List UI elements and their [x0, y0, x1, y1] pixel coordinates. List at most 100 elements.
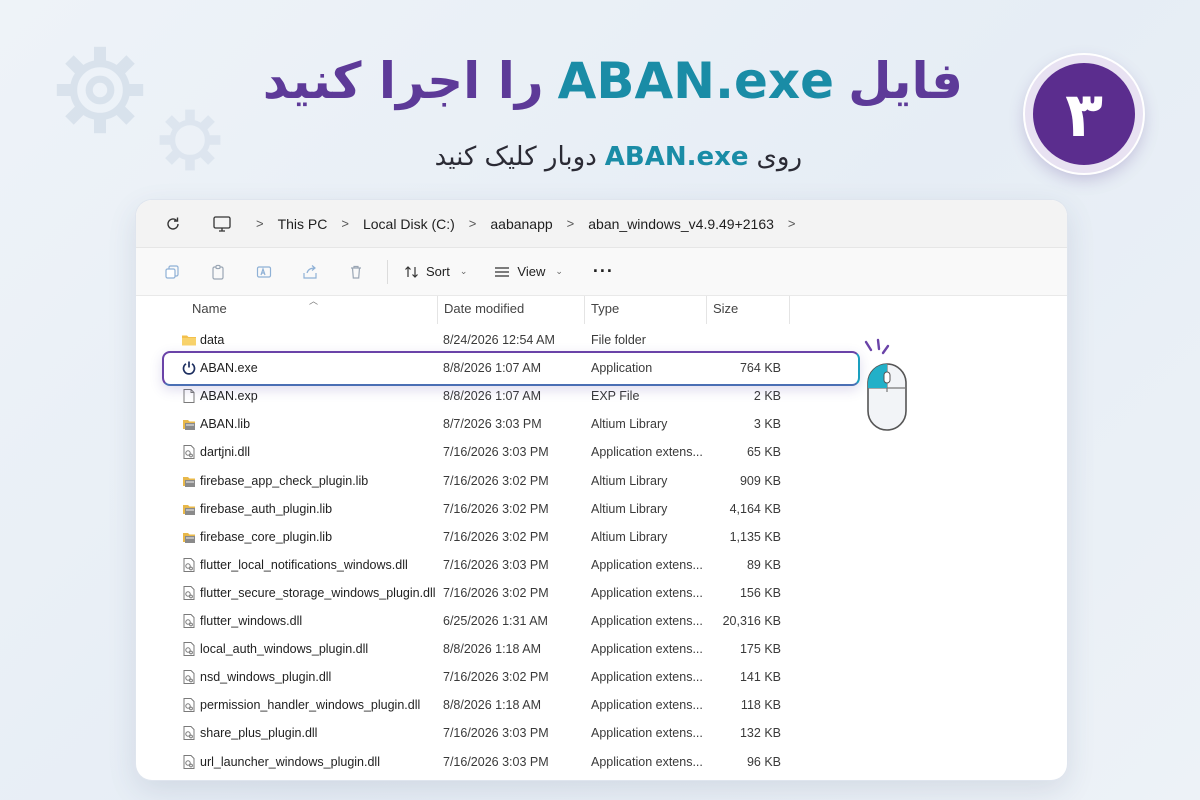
- file-name-text: ABAN.exp: [200, 389, 258, 404]
- file-type: File folder: [591, 333, 646, 347]
- file-row[interactable]: flutter_secure_storage_windows_plugin.dl…: [136, 579, 1067, 607]
- monitor-icon: [212, 214, 232, 234]
- file-name: firebase_app_check_plugin.lib: [180, 467, 438, 495]
- title-pre: فایل: [848, 52, 963, 110]
- file-size: 2 KB: [753, 389, 781, 404]
- breadcrumb-local-disk[interactable]: Local Disk (C:): [363, 216, 455, 232]
- file-date: 7/16/2026 3:03 PM: [443, 754, 549, 769]
- file-date: 7/16/2026 3:02 PM: [443, 473, 549, 488]
- file-type: Application extens...: [591, 698, 703, 713]
- file-date: 8/8/2026 1:07 AM: [443, 389, 541, 404]
- file-name-text: nsd_windows_plugin.dll: [200, 670, 332, 685]
- chevron-right-icon: >: [341, 216, 349, 231]
- file-row[interactable]: flutter_local_notifications_windows.dll 7…: [136, 551, 1067, 579]
- file-name-text: flutter_local_notifications_windows.dll: [200, 557, 408, 572]
- column-date-modified[interactable]: Date modified: [438, 296, 585, 324]
- breadcrumb-aban-windows[interactable]: aban_windows_v4.9.49+2163: [588, 216, 774, 232]
- file-name: ABAN.lib: [180, 410, 438, 438]
- file-row[interactable]: url_launcher_windows_plugin.dll 7/16/2026…: [136, 748, 1067, 776]
- column-size[interactable]: Size: [707, 296, 790, 324]
- file-type: Altium Library: [591, 501, 668, 516]
- rename-icon[interactable]: [255, 263, 273, 281]
- file-name: url_launcher_windows_plugin.dll: [180, 748, 438, 776]
- mouse-click-icon: [864, 338, 907, 431]
- column-header: ︿ Name Date modified Type Size: [136, 296, 1067, 324]
- file-name: nsd_windows_plugin.dll: [180, 663, 438, 691]
- file-row[interactable]: firebase_app_check_plugin.lib 7/16/2026 3…: [136, 467, 1067, 495]
- file-name: flutter_secure_storage_windows_plugin.dl…: [180, 579, 438, 607]
- file-size: 132 KB: [739, 726, 781, 741]
- paste-icon[interactable]: [209, 263, 227, 281]
- file-row[interactable]: data 8/24/2026 12:54 AM File folder: [136, 326, 1067, 354]
- file-name-text: share_plus_plugin.dll: [200, 726, 318, 741]
- file-name: flutter_local_notifications_windows.dll: [180, 551, 438, 579]
- file-date: 8/8/2026 1:18 AM: [443, 698, 541, 713]
- file-date: 7/16/2026 3:03 PM: [443, 726, 549, 741]
- file-row[interactable]: firebase_auth_plugin.lib 7/16/2026 3:02 P…: [136, 495, 1067, 523]
- file-date: 8/24/2026 12:54 AM: [443, 333, 555, 347]
- file-row[interactable]: flutter_windows.dll 6/25/2026 1:31 AM Appl…: [136, 607, 1067, 635]
- more-options-button[interactable]: ···: [593, 261, 614, 282]
- column-type[interactable]: Type: [585, 296, 707, 324]
- file-name-text: local_auth_windows_plugin.dll: [200, 642, 369, 657]
- file-name: flutter_windows.dll: [180, 607, 438, 635]
- file-size: 96 KB: [746, 754, 781, 769]
- view-icon: [495, 266, 510, 277]
- refresh-icon[interactable]: [162, 213, 184, 235]
- file-size: [706, 326, 781, 354]
- file-size: 175 KB: [739, 642, 781, 657]
- subtitle-exe: ABAN.exe: [604, 142, 749, 172]
- file-size: 118 KB: [740, 698, 781, 713]
- file-date: 6/25/2026 1:31 AM: [443, 614, 548, 628]
- file-type: Altium Library: [591, 529, 668, 544]
- file-size: 1,135 KB: [729, 529, 781, 544]
- file-size: 141 KB: [739, 670, 781, 685]
- title-exe: ABAN.exe: [557, 52, 835, 110]
- file-date: 8/8/2026 1:18 AM: [443, 642, 541, 657]
- file-row[interactable]: nsd_windows_plugin.dll 7/16/2026 3:02 PM A…: [136, 663, 1067, 691]
- file-row[interactable]: share_plus_plugin.dll 7/16/2026 3:03 PM Ap…: [136, 719, 1067, 747]
- file-type: Application extens...: [591, 642, 703, 657]
- file-row[interactable]: local_auth_windows_plugin.dll 8/8/2026 1:…: [136, 635, 1067, 663]
- address-bar[interactable]: > This PC > Local Disk (C:) > aabanapp >…: [136, 200, 1067, 248]
- chevron-down-icon: ⌄: [459, 266, 468, 276]
- file-date: 8/7/2026 3:03 PM: [443, 417, 542, 432]
- delete-icon[interactable]: [347, 263, 365, 281]
- column-name[interactable]: Name: [186, 296, 438, 324]
- view-label: View: [517, 264, 546, 279]
- file-type: Application extens...: [591, 726, 703, 741]
- file-row[interactable]: ABAN.exp 8/8/2026 1:07 AM EXP File 2 KB: [136, 382, 1067, 410]
- file-name-text: url_launcher_windows_plugin.dll: [200, 754, 380, 769]
- page-title: فایلABAN.exeرا اجرا کنید: [263, 52, 963, 110]
- file-type: Altium Library: [591, 417, 668, 432]
- file-row[interactable]: dartjni.dll 7/16/2026 3:03 PM Application …: [136, 438, 1067, 466]
- file-name-text: data: [200, 333, 225, 347]
- command-bar: Sort ⌄ View ⌄ ···: [136, 248, 1067, 296]
- file-row[interactable]: permission_handler_windows_plugin.dll 8/8…: [136, 691, 1067, 719]
- breadcrumb-aabanapp[interactable]: aabanapp: [490, 216, 552, 232]
- file-size: 65 KB: [746, 445, 781, 460]
- copy-icon[interactable]: [163, 263, 181, 281]
- file-type: Application extens...: [591, 557, 703, 572]
- file-name-text: flutter_secure_storage_windows_plugin.dl…: [200, 585, 436, 600]
- highlight-aban-exe: [162, 351, 860, 386]
- file-name: ABAN.exp: [180, 382, 438, 410]
- share-icon[interactable]: [301, 263, 319, 281]
- file-name-text: firebase_auth_plugin.lib: [200, 501, 333, 516]
- file-size: 4,164 KB: [729, 501, 781, 516]
- file-name: firebase_core_plugin.lib: [180, 523, 438, 551]
- view-button[interactable]: View ⌄: [493, 264, 563, 280]
- chevron-right-icon: >: [468, 216, 477, 231]
- sort-button[interactable]: Sort ⌄: [404, 264, 467, 280]
- file-name: dartjni.dll: [180, 438, 438, 466]
- file-type: Application extens...: [591, 754, 703, 769]
- file-row[interactable]: firebase_core_plugin.lib 7/16/2026 3:02 P…: [136, 523, 1067, 551]
- file-name: permission_handler_windows_plugin.dll: [180, 691, 438, 719]
- file-size: 89 KB: [746, 557, 781, 572]
- file-name: data: [180, 326, 438, 354]
- breadcrumb-this-pc[interactable]: This PC: [278, 216, 328, 232]
- file-name-text: firebase_app_check_plugin.lib: [200, 473, 369, 488]
- file-type: Altium Library: [591, 473, 668, 488]
- file-row[interactable]: ABAN.lib 8/7/2026 3:03 PM Altium Library 3 …: [136, 410, 1067, 438]
- file-name: firebase_auth_plugin.lib: [180, 495, 438, 523]
